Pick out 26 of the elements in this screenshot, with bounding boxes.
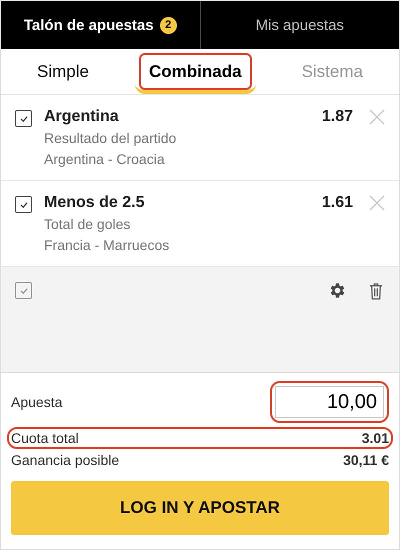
checkbox[interactable] [15, 110, 32, 127]
odds-value: 1.87 [322, 108, 353, 126]
summary-label: Ganancia posible [11, 452, 120, 468]
check-icon [18, 200, 28, 210]
check-icon [18, 114, 28, 124]
summary-value: 30,11 € [343, 452, 389, 468]
odds-value: 1.61 [322, 194, 353, 212]
bet-button[interactable]: LOG IN Y APOSTAR [11, 481, 389, 535]
selection-name: Argentina [44, 107, 120, 127]
market-name: Total de goles [44, 215, 132, 234]
stake-field[interactable]: 10,00 [270, 381, 389, 423]
match-name: Francia - Marruecos [44, 236, 170, 255]
bet-type-tab[interactable]: Simple [23, 49, 103, 94]
select-all-checkbox[interactable] [15, 282, 32, 299]
settings-icon[interactable] [328, 281, 347, 300]
market-name: Resultado del partido [44, 129, 178, 148]
selection-name: Menos de 2.5 [44, 193, 146, 213]
match-name: Argentina - Croacia [44, 150, 166, 169]
bet-type-tab[interactable]: Combinada [134, 49, 256, 94]
summary-label: Cuota total [11, 430, 79, 446]
summary-value: 3.01 [362, 430, 389, 446]
checkbox[interactable] [15, 196, 32, 213]
stake-label: Apuesta [11, 394, 62, 410]
trash-icon[interactable] [369, 282, 383, 300]
count-badge: 2 [160, 16, 177, 34]
check-icon [18, 286, 28, 296]
